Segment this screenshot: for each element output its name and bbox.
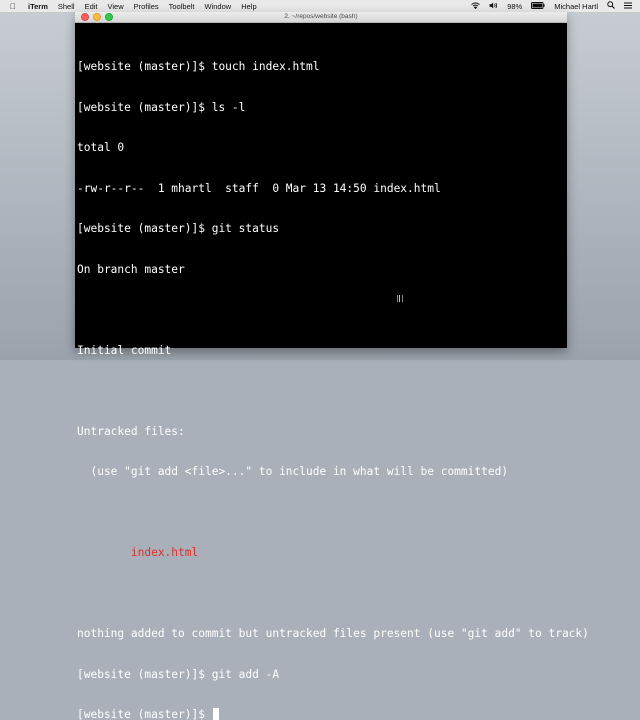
- menu-window[interactable]: Window: [205, 2, 232, 11]
- battery-percent: 98%: [507, 1, 523, 11]
- terminal-line: Initial commit: [77, 343, 172, 357]
- terminal-output[interactable]: [website (master)]$ touch index.html [we…: [75, 23, 589, 720]
- terminal-line: [website (master)]$ git status: [77, 222, 280, 235]
- terminal-line: [website (master)]$ git add -A: [77, 667, 280, 681]
- notification-center-icon[interactable]: [624, 2, 632, 11]
- prompt-text: [website (master)]$: [77, 708, 212, 720]
- status-area: 98% Michael Hartl: [471, 1, 640, 11]
- search-icon[interactable]: [607, 1, 615, 11]
- terminal-line: [website (master)]$ touch index.html: [77, 60, 320, 73]
- text-cursor: [212, 708, 219, 720]
- terminal-line: -rw-r--r-- 1 mhartl staff 0 Mar 13 14:50…: [77, 181, 441, 195]
- apple-icon[interactable]: : [8, 2, 18, 11]
- terminal-line: On branch master: [77, 262, 185, 276]
- user-name[interactable]: Michael Hartl: [554, 2, 598, 11]
- menu-help[interactable]: Help: [241, 2, 256, 11]
- battery-icon[interactable]: [531, 1, 545, 11]
- menu-view[interactable]: View: [108, 2, 124, 11]
- terminal-line: nothing added to commit but untracked fi…: [77, 627, 589, 640]
- terminal-window: 2. ~/repos/website (bash) [website (mast…: [75, 12, 589, 720]
- terminal-line: [website (master)]$ ls -l: [77, 100, 246, 114]
- ibeam-cursor-icon: [397, 295, 403, 302]
- menu-shell[interactable]: Shell: [58, 2, 75, 11]
- window-title: 2. ~/repos/website (bash): [284, 13, 358, 20]
- prompt-line[interactable]: [website (master)]$: [77, 708, 567, 720]
- terminal-line: Untracked files:: [77, 424, 185, 438]
- terminal-line: total 0: [77, 141, 125, 154]
- menu-toolbelt[interactable]: Toolbelt: [169, 2, 195, 11]
- terminal-line: (use "git add <file>..." to include in w…: [77, 465, 509, 478]
- window-titlebar[interactable]: 2. ~/repos/website (bash): [75, 12, 567, 23]
- wifi-icon[interactable]: [471, 1, 481, 11]
- menu-edit[interactable]: Edit: [85, 2, 98, 11]
- menu-profiles[interactable]: Profiles: [134, 2, 159, 11]
- untracked-file-line: index.html: [77, 546, 199, 559]
- volume-icon[interactable]: [489, 2, 498, 11]
- menu-app-name[interactable]: iTerm: [28, 2, 48, 11]
